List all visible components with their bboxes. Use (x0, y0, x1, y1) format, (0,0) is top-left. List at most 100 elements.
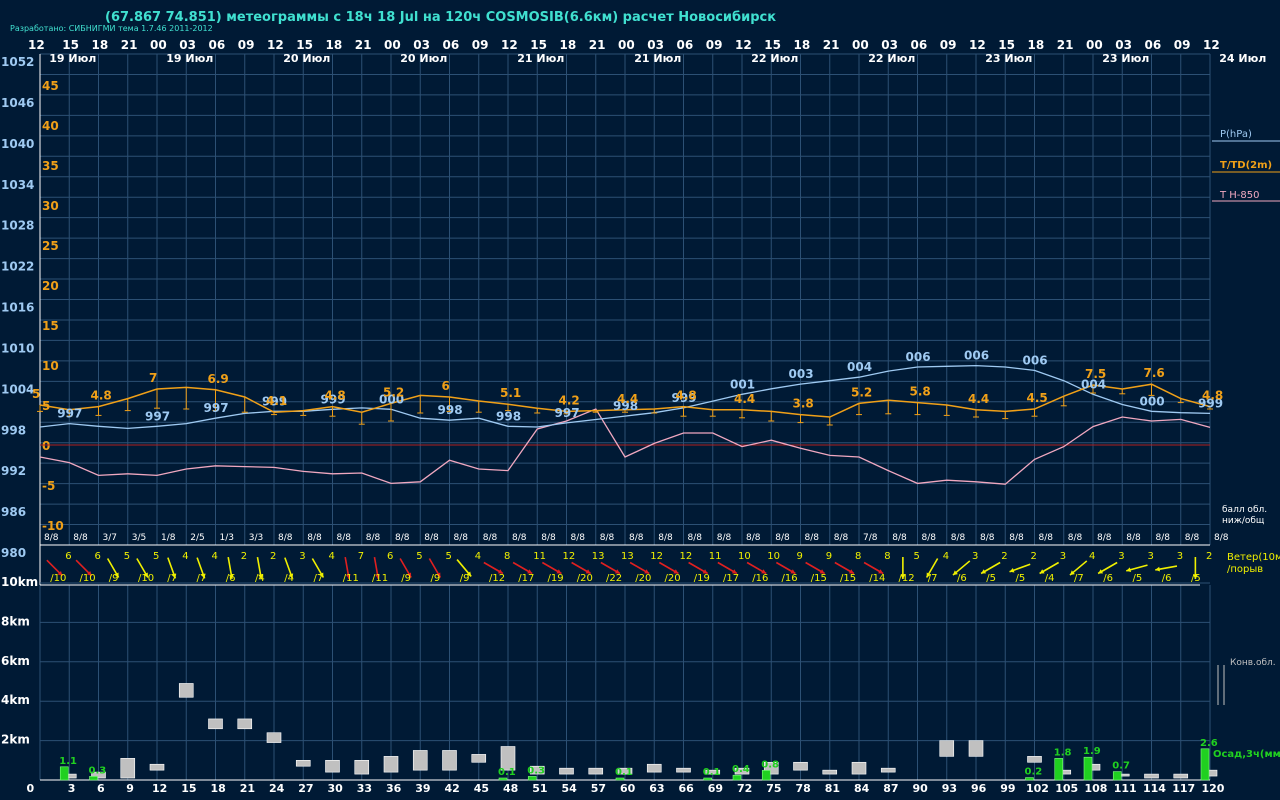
hour-tick-label: 15 (296, 38, 313, 52)
wind-arrow (834, 561, 855, 575)
cloud-layer-bar (851, 761, 867, 775)
wind-speed-label: 2 (1031, 551, 1037, 562)
forecast-hour-label: 114 (1143, 782, 1166, 795)
forecast-hour-label: 120 (1202, 782, 1225, 795)
wind-speed-label: 11 (533, 551, 546, 562)
wind-speed-label: 6 (95, 551, 101, 562)
hour-tick-label: 21 (355, 38, 372, 52)
hour-tick-label: 03 (179, 38, 196, 52)
wind-speed-label: 2 (270, 551, 276, 562)
cloud-layer-bar (208, 718, 223, 730)
wind-gust-label: /15 (811, 573, 827, 584)
forecast-hour-label: 99 (1000, 782, 1015, 795)
wind-gust-label: /17 (518, 573, 534, 584)
pressure-data-label: 004 (847, 360, 872, 374)
cloud-cover-label: 8/8 (366, 533, 381, 543)
hour-tick-label: 15 (530, 38, 547, 52)
wind-row: 6/10 6/10 5/9 5/10 4/7 4/7 2/6 2/4 3/4 4/7 7/11 6/1… (46, 551, 1212, 584)
wind-arrow (629, 561, 650, 575)
forecast-hour-label: 84 (854, 782, 870, 795)
cloud-cover-label: 8/8 (1156, 533, 1171, 543)
wind-gust-label: /15 (840, 573, 856, 584)
temperature-axis-label: -10 (42, 519, 64, 533)
wind-arrow (512, 561, 533, 575)
forecast-hour-label: 48 (503, 782, 518, 795)
forecast-hour-label: 6 (97, 782, 105, 795)
wind-gust-label: /5 (986, 573, 996, 584)
temperature-data-label: 5.1 (500, 386, 521, 400)
wind-gust-label: /7 (928, 573, 938, 584)
credit-text: Разработано: СИБНИГМИ тема 1.7.46 2011-2… (10, 24, 213, 33)
temperature-axis-label: 25 (42, 239, 59, 253)
cloud-cover-label: 8/8 (1039, 533, 1054, 543)
pressure-data-label: 998 (438, 403, 463, 417)
wind-speed-label: 5 (153, 551, 159, 562)
hour-tick-label: 06 (209, 38, 226, 52)
hour-tick-label: 00 (618, 38, 635, 52)
wind-arrow (980, 561, 1001, 575)
height-axis-label: 2km (1, 733, 30, 747)
wind-gust-label: /4 (284, 573, 294, 584)
grid (39, 53, 1211, 585)
cloud-cover-label: 8/8 (73, 533, 88, 543)
cloud-cover-label: 8/8 (775, 533, 790, 543)
wind-arrow (1039, 561, 1060, 575)
temperature-data-label: 4.4 (734, 392, 755, 406)
cloud-cover-label: 8/8 (980, 533, 995, 543)
precip-value-label: 0.2 (1025, 767, 1043, 778)
wind-arrow (1009, 563, 1031, 573)
temperature-axis-label: -5 (42, 479, 55, 493)
pressure-data-label: 006 (906, 350, 931, 364)
temperature-data-label: 4.8 (325, 389, 346, 403)
legend-cloud-cover: балл обл. (1222, 505, 1267, 515)
cloud-layer-bar (939, 740, 955, 757)
hour-tick-label: 06 (911, 38, 928, 52)
wind-speed-label: 3 (1118, 551, 1124, 562)
series: 997 997997 999 999 000998 998 997 998999001003 0… (32, 349, 1229, 543)
cloud-layer-bar (1027, 756, 1042, 763)
forecast-hour-label: 18 (211, 782, 226, 795)
cloud-cover-label: 8/8 (1185, 533, 1200, 543)
pressure-axis-label: 1046 (1, 96, 34, 110)
wind-gust-label: /6 (1162, 573, 1172, 584)
pressure-axis-label: 1034 (1, 178, 34, 192)
day-label: 21 Июл (634, 52, 681, 65)
legend: P(hPa) T/TD(2m) T H-850 балл обл.ниж/общ Вет… (1212, 129, 1280, 760)
wind-arrow (1097, 561, 1118, 575)
wind-gust-label: /9 (431, 573, 441, 584)
hour-tick-label: 18 (92, 38, 109, 52)
cloud-cover-label: 8/8 (717, 533, 732, 543)
cloud-cover-label: 3/7 (103, 533, 117, 543)
wind-gust-label: /10 (138, 573, 154, 584)
cloud-cover-label: 8/8 (424, 533, 439, 543)
wind-speed-label: 2 (1206, 551, 1212, 562)
wind-speed-label: 9 (826, 551, 832, 562)
pressure-data-label: 997 (204, 401, 229, 415)
temperature-data-label: 4.4 (968, 392, 989, 406)
hour-tick-label: 21 (823, 38, 840, 52)
hour-tick-label: 18 (794, 38, 811, 52)
hour-tick-label: 21 (121, 38, 138, 52)
pressure-axis-label: 1010 (1, 341, 34, 355)
wind-gust-label: /10 (80, 573, 96, 584)
cloud-panel: 10km 8km 6km 4km 2km 1.1 0.3 0.1 0.3 0.1 0.1 0.4 0.8… (1, 575, 1225, 795)
wind-arrow (746, 561, 767, 575)
day-label: 19 Июл (49, 52, 96, 65)
hour-tick-label: 15 (998, 38, 1015, 52)
wind-arrow (717, 561, 738, 575)
pressure-axis-label: 1028 (1, 219, 34, 233)
forecast-hour-label: 93 (942, 782, 957, 795)
precip-value-label: 0.7 (1112, 761, 1130, 772)
precip-bar (89, 776, 98, 781)
wind-speed-label: 4 (182, 551, 188, 562)
cloud-layer-bar (178, 683, 194, 698)
hour-tick-label: 21 (1057, 38, 1074, 52)
height-axis-label: 10km (1, 575, 38, 589)
precip-bar (1112, 771, 1122, 781)
wind-speed-label: 8 (504, 551, 510, 562)
wind-gust-label: /16 (782, 573, 798, 584)
cloud-cover-label: 8/8 (892, 533, 907, 543)
hour-tick-label: 09 (238, 38, 255, 52)
forecast-hour-label: 9 (126, 782, 134, 795)
cloud-cover-label: 8/8 (629, 533, 644, 543)
